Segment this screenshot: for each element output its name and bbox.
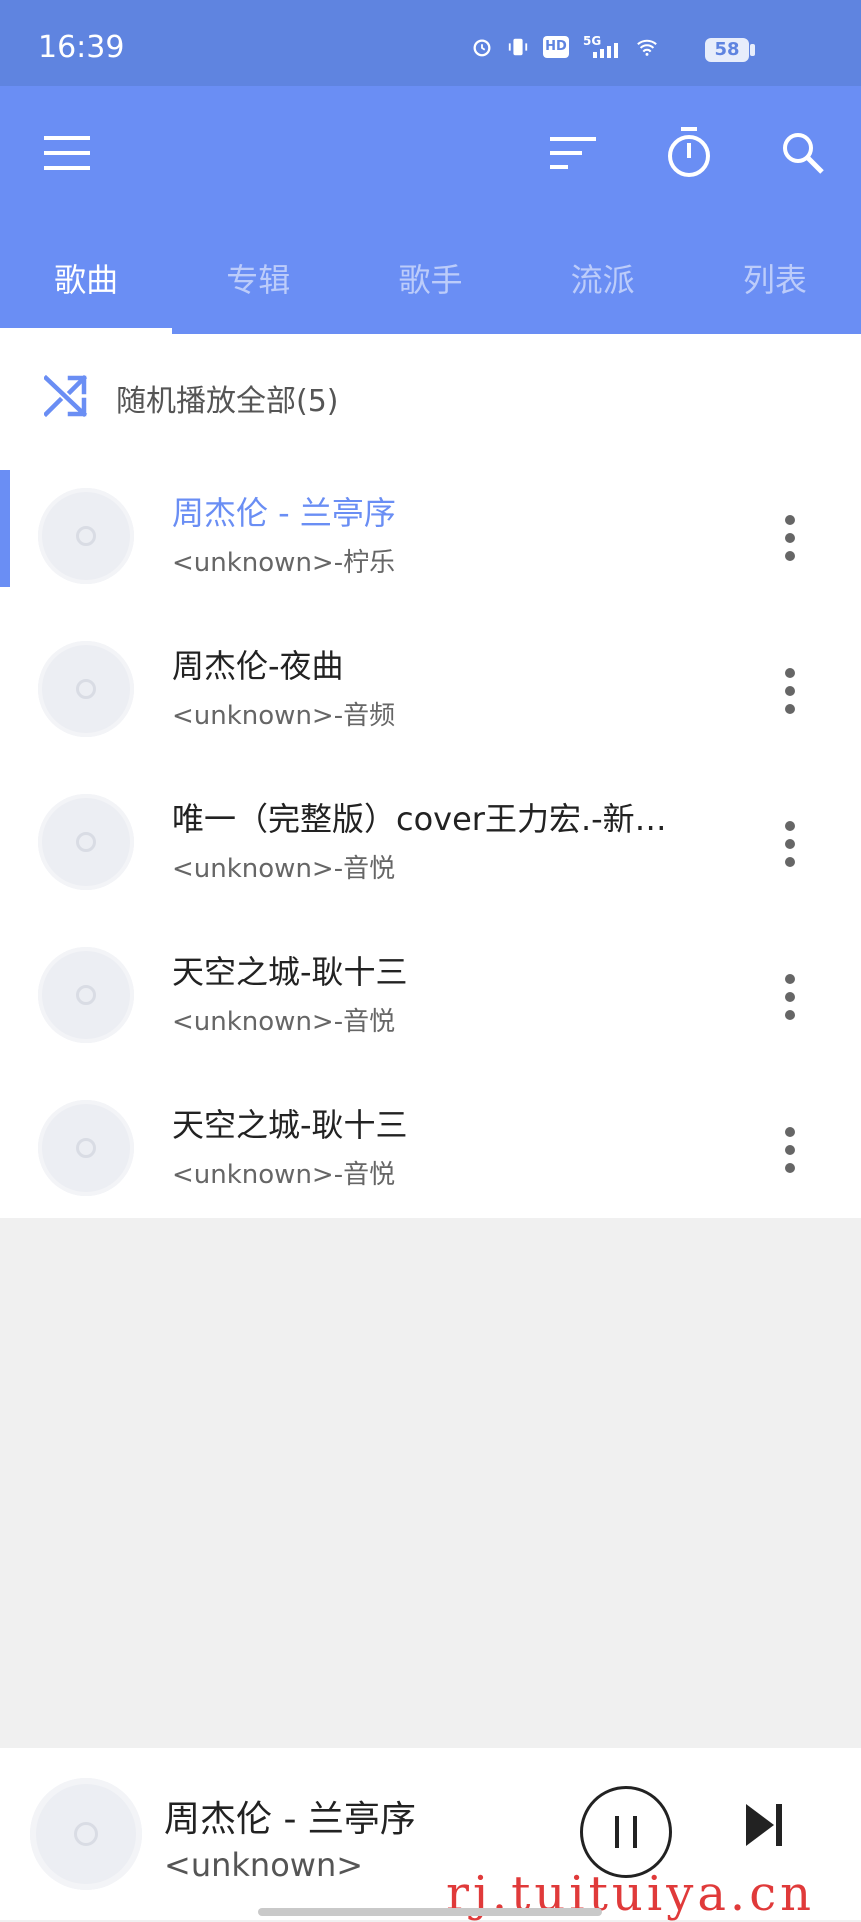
more-vertical-icon [785,821,795,867]
search-icon [783,133,824,174]
song-subtitle: <unknown>-音悦 [172,1007,396,1037]
album-art-placeholder [38,947,134,1043]
song-list: 随机播放全部(5) 周杰伦 - 兰亭序 <unknown>-柠乐 周杰伦-夜曲 … [0,334,861,1218]
status-bar: 16:39 HD 5G 58 [0,0,861,86]
more-options-button[interactable] [770,804,810,884]
wifi-icon [637,39,657,56]
tab-playlists[interactable]: 列表 [689,240,861,334]
album-art-placeholder [38,641,134,737]
more-options-button[interactable] [770,498,810,578]
song-title: 天空之城-耿十三 [172,1106,408,1144]
more-options-button[interactable] [770,957,810,1037]
album-art-placeholder [38,794,134,890]
list-item[interactable]: 周杰伦 - 兰亭序 <unknown>-柠乐 [0,470,861,623]
song-title: 天空之城-耿十三 [172,953,408,991]
battery-tip [750,44,755,56]
song-subtitle: <unknown>-音频 [172,701,396,731]
sort-icon [550,137,596,169]
tab-artists[interactable]: 歌手 [344,240,516,334]
list-item[interactable]: 天空之城-耿十三 <unknown>-音悦 [0,929,861,1082]
song-subtitle: <unknown>-音悦 [172,1160,396,1190]
menu-button[interactable] [32,118,102,188]
next-track-button[interactable] [744,1802,804,1862]
signal-icon: 5G [583,35,619,58]
status-icons: HD 5G [471,35,661,58]
sleep-timer-button[interactable] [654,118,724,188]
status-time: 16:39 [38,30,125,65]
tab-genres[interactable]: 流派 [517,240,689,334]
battery-indicator: 58 [705,38,749,62]
search-button[interactable] [768,118,838,188]
list-item[interactable]: 唯一（完整版）cover王力宏.-新… <unknown>-音悦 [0,776,861,929]
song-title: 周杰伦-夜曲 [172,647,344,685]
menu-icon [44,136,90,170]
player-album-art [30,1778,142,1890]
sort-button[interactable] [538,118,608,188]
pause-button[interactable] [580,1786,672,1878]
skip-next-icon [746,1804,782,1846]
song-subtitle: <unknown>-音悦 [172,854,396,884]
list-item[interactable]: 周杰伦-夜曲 <unknown>-音频 [0,623,861,776]
vibrate-icon [508,38,528,56]
pause-icon [615,1816,637,1848]
tab-bar: 歌曲 专辑 歌手 流派 列表 [0,240,861,334]
shuffle-icon [44,374,88,418]
more-options-button[interactable] [770,1110,810,1190]
shuffle-all-label: 随机播放全部(5) [116,384,339,419]
more-vertical-icon [785,515,795,561]
tab-albums[interactable]: 专辑 [172,240,344,334]
more-vertical-icon [785,1127,795,1173]
album-art-placeholder [38,1100,134,1196]
now-playing-indicator [0,470,10,587]
hd-icon: HD [543,36,569,58]
more-vertical-icon [785,974,795,1020]
song-title: 周杰伦 - 兰亭序 [172,494,396,532]
album-art-placeholder [38,488,134,584]
timer-icon [668,127,710,177]
song-subtitle: <unknown>-柠乐 [172,548,396,578]
player-song-artist: <unknown> [164,1846,364,1884]
home-indicator[interactable] [258,1908,602,1916]
player-song-title: 周杰伦 - 兰亭序 [164,1799,416,1840]
shuffle-all-row[interactable]: 随机播放全部(5) [0,334,861,456]
alarm-icon [473,39,491,57]
tab-songs[interactable]: 歌曲 [0,240,173,334]
song-title: 唯一（完整版）cover王力宏.-新… [172,800,667,838]
list-item[interactable]: 天空之城-耿十三 <unknown>-音悦 [0,1082,861,1235]
more-vertical-icon [785,668,795,714]
more-options-button[interactable] [770,651,810,731]
